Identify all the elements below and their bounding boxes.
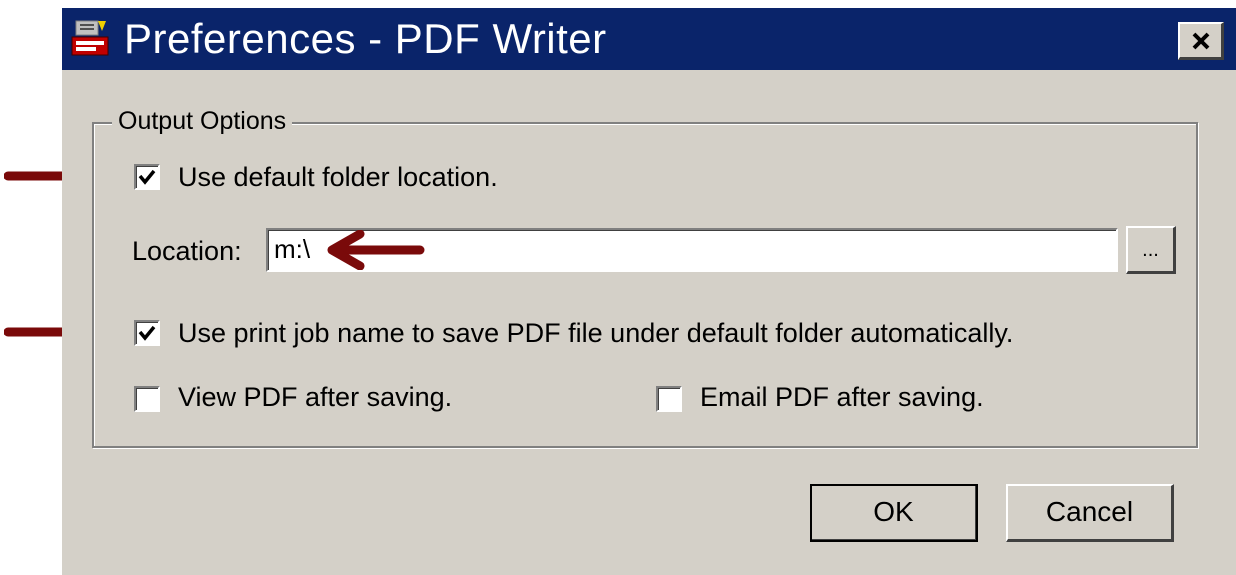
- use-default-folder-checkbox[interactable]: [134, 164, 160, 190]
- window-title: Preferences - PDF Writer: [124, 15, 607, 62]
- output-options-legend: Output Options: [112, 104, 293, 138]
- email-pdf-label[interactable]: Email PDF after saving.: [700, 380, 984, 414]
- close-button[interactable]: [1178, 22, 1224, 60]
- checkmark-icon: [138, 169, 156, 185]
- view-pdf-label[interactable]: View PDF after saving.: [178, 380, 452, 414]
- pdf-writer-app-icon: [71, 20, 109, 56]
- ok-button[interactable]: OK: [810, 484, 978, 542]
- use-default-folder-label[interactable]: Use default folder location.: [178, 160, 498, 194]
- preferences-dialog: Preferences - PDF Writer Output Options …: [62, 8, 1236, 575]
- use-print-job-name-label[interactable]: Use print job name to save PDF file unde…: [178, 316, 1013, 350]
- annotation-arrow-icon: [327, 230, 425, 270]
- checkmark-icon: [138, 325, 156, 341]
- location-label: Location:: [132, 236, 242, 266]
- close-x-icon: [1192, 32, 1210, 50]
- browse-button[interactable]: ...: [1126, 226, 1176, 274]
- cancel-button[interactable]: Cancel: [1006, 484, 1174, 542]
- title-bar[interactable]: Preferences - PDF Writer: [62, 8, 1236, 70]
- view-pdf-checkbox[interactable]: [134, 386, 160, 412]
- use-print-job-name-checkbox[interactable]: [134, 320, 160, 346]
- email-pdf-checkbox[interactable]: [656, 386, 682, 412]
